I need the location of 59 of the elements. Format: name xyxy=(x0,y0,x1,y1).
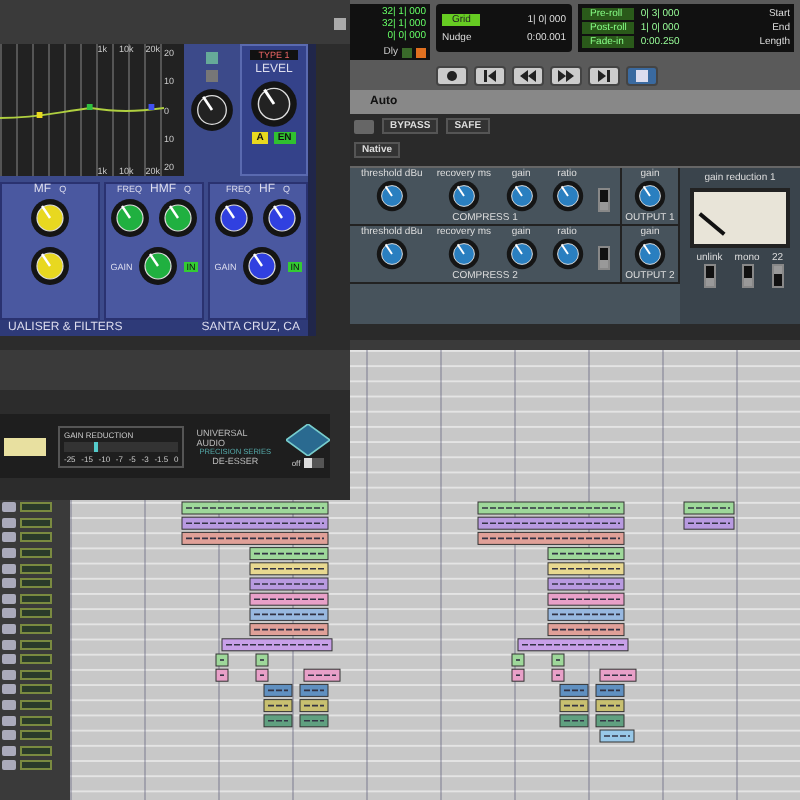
lock-button[interactable] xyxy=(354,119,374,133)
knob[interactable] xyxy=(634,180,666,212)
rewind-icon xyxy=(520,70,536,82)
fast-forward-icon xyxy=(558,70,574,82)
knob[interactable] xyxy=(30,246,70,286)
fast-forward-button[interactable] xyxy=(550,66,582,86)
track-icons[interactable] xyxy=(20,532,52,543)
knob[interactable] xyxy=(242,246,283,286)
knob[interactable] xyxy=(190,88,234,132)
diamond-logo-icon xyxy=(286,424,330,456)
knob[interactable] xyxy=(505,180,538,212)
track-icons[interactable] xyxy=(20,624,52,635)
online-icon xyxy=(444,70,460,82)
rewind-button[interactable] xyxy=(512,66,544,86)
toggle-switch[interactable] xyxy=(597,188,610,212)
track-icons[interactable] xyxy=(20,669,52,680)
knob[interactable] xyxy=(110,198,150,238)
track-icons[interactable] xyxy=(20,684,52,695)
toggle-switch[interactable] xyxy=(304,458,325,468)
knob[interactable] xyxy=(375,180,408,212)
knob[interactable] xyxy=(158,198,198,238)
bypass-button[interactable] xyxy=(4,437,46,455)
knob[interactable] xyxy=(138,246,179,286)
knob[interactable] xyxy=(551,180,584,212)
go-to-end-icon xyxy=(596,70,612,82)
return-to-start-button[interactable] xyxy=(474,66,506,86)
toggle-switch[interactable] xyxy=(741,264,754,288)
knob[interactable] xyxy=(262,198,302,238)
track-icons[interactable] xyxy=(20,563,52,574)
track-icons[interactable] xyxy=(20,608,52,619)
track-icons[interactable] xyxy=(20,593,52,604)
knob[interactable] xyxy=(505,238,538,270)
knob[interactable] xyxy=(214,198,254,238)
knob[interactable] xyxy=(250,80,298,128)
stop-icon xyxy=(634,70,650,82)
online-button[interactable] xyxy=(436,66,468,86)
toggle-switch[interactable] xyxy=(771,264,784,288)
track-icons[interactable] xyxy=(20,639,52,650)
track-icons[interactable] xyxy=(20,517,52,528)
return-to-start-icon xyxy=(482,70,498,82)
track-icons[interactable] xyxy=(20,502,52,513)
knob[interactable] xyxy=(447,180,480,212)
toggle-switch[interactable] xyxy=(597,246,610,270)
knob[interactable] xyxy=(447,238,480,270)
go-to-end-button[interactable] xyxy=(588,66,620,86)
track-icons[interactable] xyxy=(20,654,52,665)
track-icons[interactable] xyxy=(20,700,52,711)
knob[interactable] xyxy=(30,198,70,238)
knob[interactable] xyxy=(551,238,584,270)
track-icons[interactable] xyxy=(20,745,52,756)
track-icons[interactable] xyxy=(20,578,52,589)
knob[interactable] xyxy=(375,238,408,270)
track-icons[interactable] xyxy=(20,548,52,559)
knob[interactable] xyxy=(634,238,666,270)
toggle-switch[interactable] xyxy=(703,264,716,288)
stop-button[interactable] xyxy=(626,66,658,86)
track-icons[interactable] xyxy=(20,715,52,726)
track-icons[interactable] xyxy=(20,760,52,771)
track-icons[interactable] xyxy=(20,730,52,741)
